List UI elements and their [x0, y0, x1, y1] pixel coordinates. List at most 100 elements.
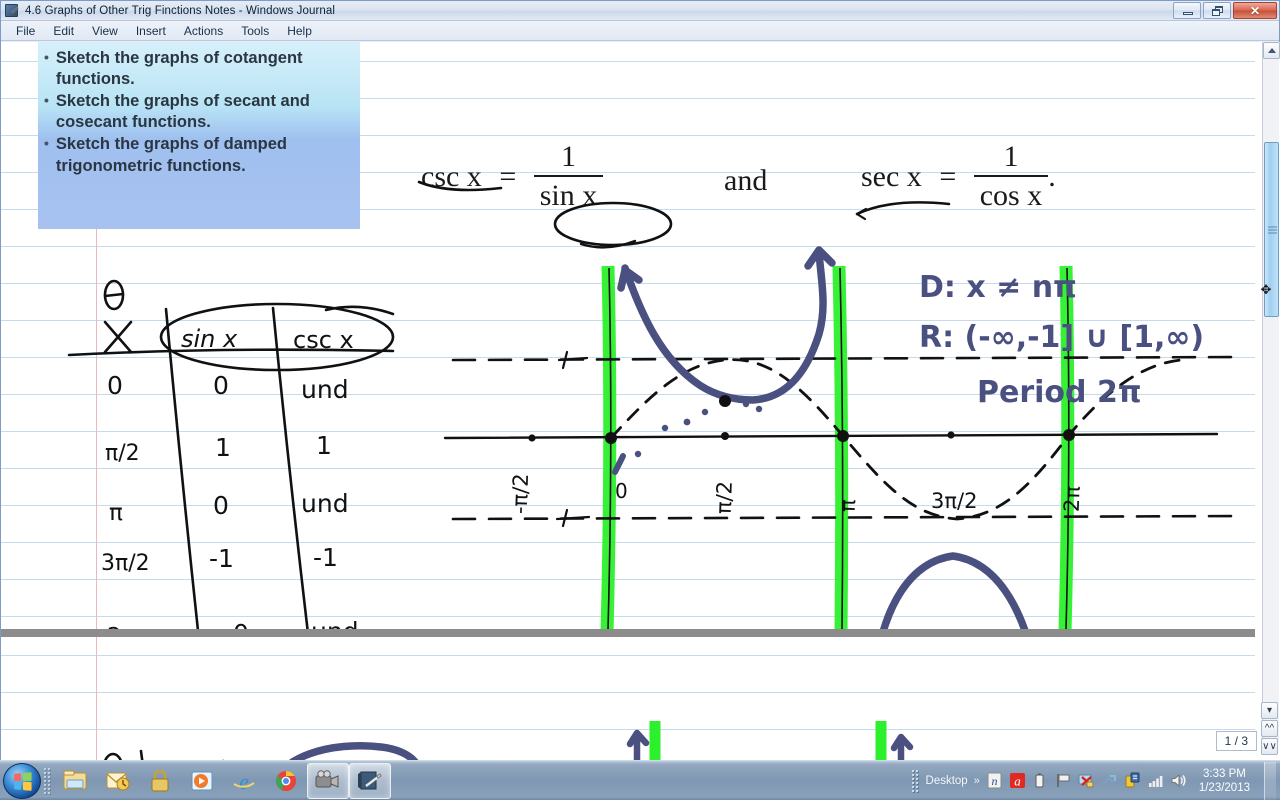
taskbar-outlook-mail[interactable] [97, 763, 139, 799]
svg-text:-π/2: -π/2 [508, 473, 533, 514]
menu-insert[interactable]: Insert [127, 22, 175, 40]
svg-text:D: x ≠ nπ: D: x ≠ nπ [919, 270, 1077, 305]
battery-icon[interactable] [1032, 772, 1049, 789]
flag-icon[interactable] [1055, 772, 1072, 789]
svg-text:csc x: csc x [293, 326, 354, 354]
svg-text:n: n [991, 774, 997, 788]
notes-icon[interactable]: n [986, 772, 1003, 789]
svg-text:π: π [109, 500, 123, 526]
taskbar-internet-explorer[interactable]: e [223, 763, 265, 799]
page-separator [1, 629, 1255, 637]
scroll-up-button[interactable] [1263, 42, 1280, 59]
objective-item: • Sketch the graphs of cotangent functio… [44, 48, 350, 90]
taskbar-windows-media-player[interactable] [181, 763, 223, 799]
svg-text:0: 0 [213, 371, 229, 400]
menu-view[interactable]: View [83, 22, 127, 40]
previous-page-button[interactable]: ^^ [1261, 720, 1278, 737]
menu-file[interactable]: File [7, 22, 44, 40]
tray-overflow-chevron-icon[interactable]: » [974, 775, 980, 787]
tray-desktop-label[interactable]: Desktop [926, 775, 968, 787]
window-controls: ✕ [1173, 2, 1277, 19]
objective-item: • Sketch the graphs of secant and coseca… [44, 91, 350, 133]
sec-fraction: 1 cos x [973, 140, 1049, 213]
csc-lhs: csc x [421, 159, 482, 193]
menu-edit[interactable]: Edit [44, 22, 83, 40]
svg-text:und: und [301, 375, 349, 404]
svg-text:und: und [301, 489, 349, 518]
windows-logo-icon [14, 771, 32, 791]
sync-icon[interactable] [1101, 772, 1118, 789]
move-cursor-icon: ✥ [1260, 282, 1272, 297]
journal-icon [4, 3, 20, 18]
objective-item: • Sketch the graphs of damped trigonomet… [44, 134, 350, 176]
taskbar-screen-recorder[interactable] [307, 762, 349, 799]
svg-text:π/2: π/2 [105, 441, 140, 466]
menu-bar: File Edit View Insert Actions Tools Help [1, 21, 1279, 41]
taskbar-grip-icon [43, 766, 51, 795]
clock[interactable]: 3:33 PM 1/23/2013 [1193, 767, 1256, 795]
menu-help[interactable]: Help [278, 22, 321, 40]
objective-text: Sketch the graphs of damped trigonometri… [55, 135, 287, 175]
sec-period: . [1048, 159, 1056, 193]
sec-denominator: cos x [979, 179, 1043, 212]
scroll-down-button[interactable]: ▾ [1261, 702, 1278, 719]
minimize-button[interactable] [1173, 2, 1201, 19]
system-tray: Desktop » n a 3:33 PM 1/23/2013 [910, 761, 1280, 800]
svg-text:1: 1 [215, 433, 231, 462]
csc-denominator: sin x [539, 179, 598, 212]
taskbar-padlock-security[interactable] [139, 763, 181, 799]
taskbar-windows-explorer[interactable] [55, 763, 97, 799]
svg-text:3π/2: 3π/2 [101, 551, 150, 576]
screen: 4.6 Graphs of Other Trig Finctions Notes… [0, 0, 1280, 800]
svg-text:3π/2: 3π/2 [931, 489, 977, 513]
sec-identity: sec x = 1 cos x . [861, 140, 1056, 213]
svg-text:0: 0 [107, 371, 123, 400]
next-page-button[interactable]: ∨∨ [1261, 738, 1278, 755]
svg-text:π/2: π/2 [712, 481, 737, 515]
csc-numerator: 1 [533, 140, 604, 177]
close-icon: ✕ [1249, 3, 1261, 18]
csc-fraction: 1 sin x [533, 140, 604, 213]
svg-text:-1: -1 [209, 544, 234, 573]
clock-date: 1/23/2013 [1198, 781, 1250, 794]
svg-text:0: 0 [213, 491, 229, 520]
title-bar[interactable]: 4.6 Graphs of Other Trig Finctions Notes… [1, 1, 1279, 21]
sec-numerator: 1 [973, 140, 1049, 177]
objectives-box: • Sketch the graphs of cotangent functio… [38, 42, 360, 229]
volume-icon[interactable] [1170, 772, 1187, 789]
close-button[interactable]: ✕ [1233, 2, 1277, 19]
bullet-icon: • [44, 92, 49, 109]
menu-actions[interactable]: Actions [175, 22, 232, 40]
sec-equals: = [939, 159, 957, 193]
bullet-icon: • [44, 135, 49, 152]
ruled-lines [1, 637, 1255, 761]
journal-page-2[interactable]: sec x θ sec x [1, 637, 1255, 761]
objective-text: Sketch the graphs of secant and cosecant… [55, 92, 310, 132]
taskbar-google-chrome[interactable] [265, 763, 307, 799]
start-button[interactable] [3, 762, 41, 799]
journal-page-1[interactable]: • Sketch the graphs of cotangent functio… [1, 42, 1255, 629]
svg-text:Period 2π: Period 2π [977, 375, 1142, 410]
document-canvas[interactable]: • Sketch the graphs of cotangent functio… [1, 42, 1280, 761]
and-conjunction: and [724, 164, 768, 197]
svg-text:1: 1 [316, 431, 332, 460]
bullet-icon: • [44, 49, 49, 65]
svg-text:a: a [1014, 774, 1021, 789]
tray-icons: n a [986, 772, 1187, 789]
ink-layer-page-2: sec x [103, 721, 914, 761]
network-error-icon[interactable] [1078, 772, 1095, 789]
show-desktop-button[interactable] [1264, 761, 1276, 800]
vertical-scrollbar[interactable] [1262, 42, 1280, 742]
svg-text:R: (-∞,-1] ∪ [1,∞): R: (-∞,-1] ∪ [1,∞) [919, 320, 1204, 355]
avira-icon[interactable]: a [1009, 772, 1026, 789]
menu-tools[interactable]: Tools [232, 22, 278, 40]
svg-text:π: π [836, 499, 860, 513]
csc-equals: = [499, 159, 517, 193]
signal-icon[interactable] [1147, 772, 1164, 789]
taskbar-windows-journal[interactable] [349, 762, 391, 799]
objective-text: Sketch the graphs of cotangent functions… [55, 49, 303, 89]
taskbar: e Desktop » n a 3:33 PM 1/23/2013 [0, 760, 1280, 800]
update-icon[interactable] [1124, 772, 1141, 789]
restore-button[interactable] [1203, 2, 1231, 19]
svg-text:sin x: sin x [181, 325, 238, 353]
